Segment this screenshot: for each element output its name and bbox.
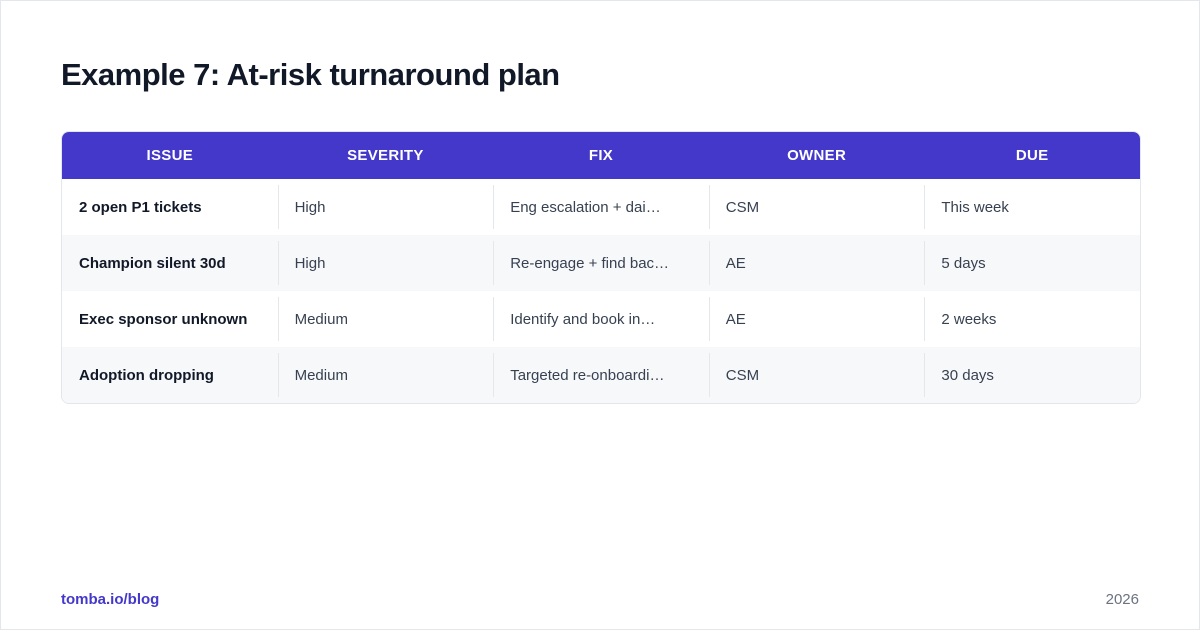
cell-text: Medium (294, 366, 348, 384)
table-row: Exec sponsor unknown Medium Identify and… (62, 291, 1140, 347)
cell-text: Eng escalation + dai… (510, 198, 661, 216)
cell-issue: Champion silent 30d (62, 235, 278, 291)
table-header: ISSUE SEVERITY FIX OWNER DUE (62, 132, 1140, 179)
cell-text: This week (941, 198, 1009, 216)
page-frame: Example 7: At-risk turnaround plan ISSUE… (0, 0, 1200, 630)
cell-text: Medium (294, 310, 348, 328)
cell-text: 30 days (941, 366, 994, 384)
table-row: Adoption dropping Medium Targeted re-onb… (62, 347, 1140, 403)
cell-owner: AE (708, 291, 925, 347)
cell-text: CSM (725, 366, 760, 384)
plan-table: ISSUE SEVERITY FIX OWNER DUE 2 open P1 t… (62, 132, 1140, 403)
cell-text: High (294, 254, 326, 272)
cell-text: AE (725, 254, 746, 272)
cell-issue: Exec sponsor unknown (62, 291, 278, 347)
turnaround-plan-table: ISSUE SEVERITY FIX OWNER DUE 2 open P1 t… (61, 131, 1141, 404)
cell-fix: Identify and book in… (493, 291, 709, 347)
cell-due: 2 weeks (924, 291, 1140, 347)
cell-issue: 2 open P1 tickets (62, 179, 278, 235)
cell-text: Re-engage + find bac… (510, 254, 670, 272)
page-title: Example 7: At-risk turnaround plan (61, 57, 560, 92)
table-row: 2 open P1 tickets High Eng escalation + … (62, 179, 1140, 235)
cell-fix: Re-engage + find bac… (493, 235, 709, 291)
cell-severity: High (277, 179, 494, 235)
cell-severity: High (277, 235, 494, 291)
cell-owner: CSM (708, 347, 925, 403)
cell-severity: Medium (277, 291, 494, 347)
cell-due: 5 days (924, 235, 1140, 291)
cell-text: 5 days (941, 254, 986, 272)
cell-fix: Eng escalation + dai… (493, 179, 709, 235)
header-issue: ISSUE (146, 147, 194, 164)
cell-text: Identify and book in… (510, 310, 656, 328)
cell-text: CSM (725, 198, 760, 216)
cell-due: This week (924, 179, 1140, 235)
cell-issue: Adoption dropping (62, 347, 278, 403)
cell-severity: Medium (277, 347, 494, 403)
blog-link[interactable]: tomba.io/blog (61, 591, 159, 608)
table-body: 2 open P1 tickets High Eng escalation + … (62, 179, 1140, 403)
table-row: Champion silent 30d High Re-engage + fin… (62, 235, 1140, 291)
cell-text: AE (725, 310, 746, 328)
cell-text: 2 open P1 tickets (79, 198, 202, 216)
cell-text: Champion silent 30d (79, 254, 226, 272)
cell-text: 2 weeks (941, 310, 997, 328)
cell-fix: Targeted re-onboardi… (493, 347, 709, 403)
cell-owner: CSM (708, 179, 925, 235)
footer-year: 2026 (1105, 591, 1139, 608)
cell-text: Adoption dropping (79, 366, 214, 384)
cell-due: 30 days (924, 347, 1140, 403)
header-severity: SEVERITY (347, 147, 424, 164)
cell-text: High (294, 198, 326, 216)
cell-text: Targeted re-onboardi… (510, 366, 665, 384)
cell-text: Exec sponsor unknown (79, 310, 248, 328)
header-owner: OWNER (787, 147, 847, 164)
header-row: ISSUE SEVERITY FIX OWNER DUE (62, 132, 1140, 179)
cell-owner: AE (708, 235, 925, 291)
header-due: DUE (1015, 147, 1049, 164)
header-fix: FIX (588, 147, 614, 164)
